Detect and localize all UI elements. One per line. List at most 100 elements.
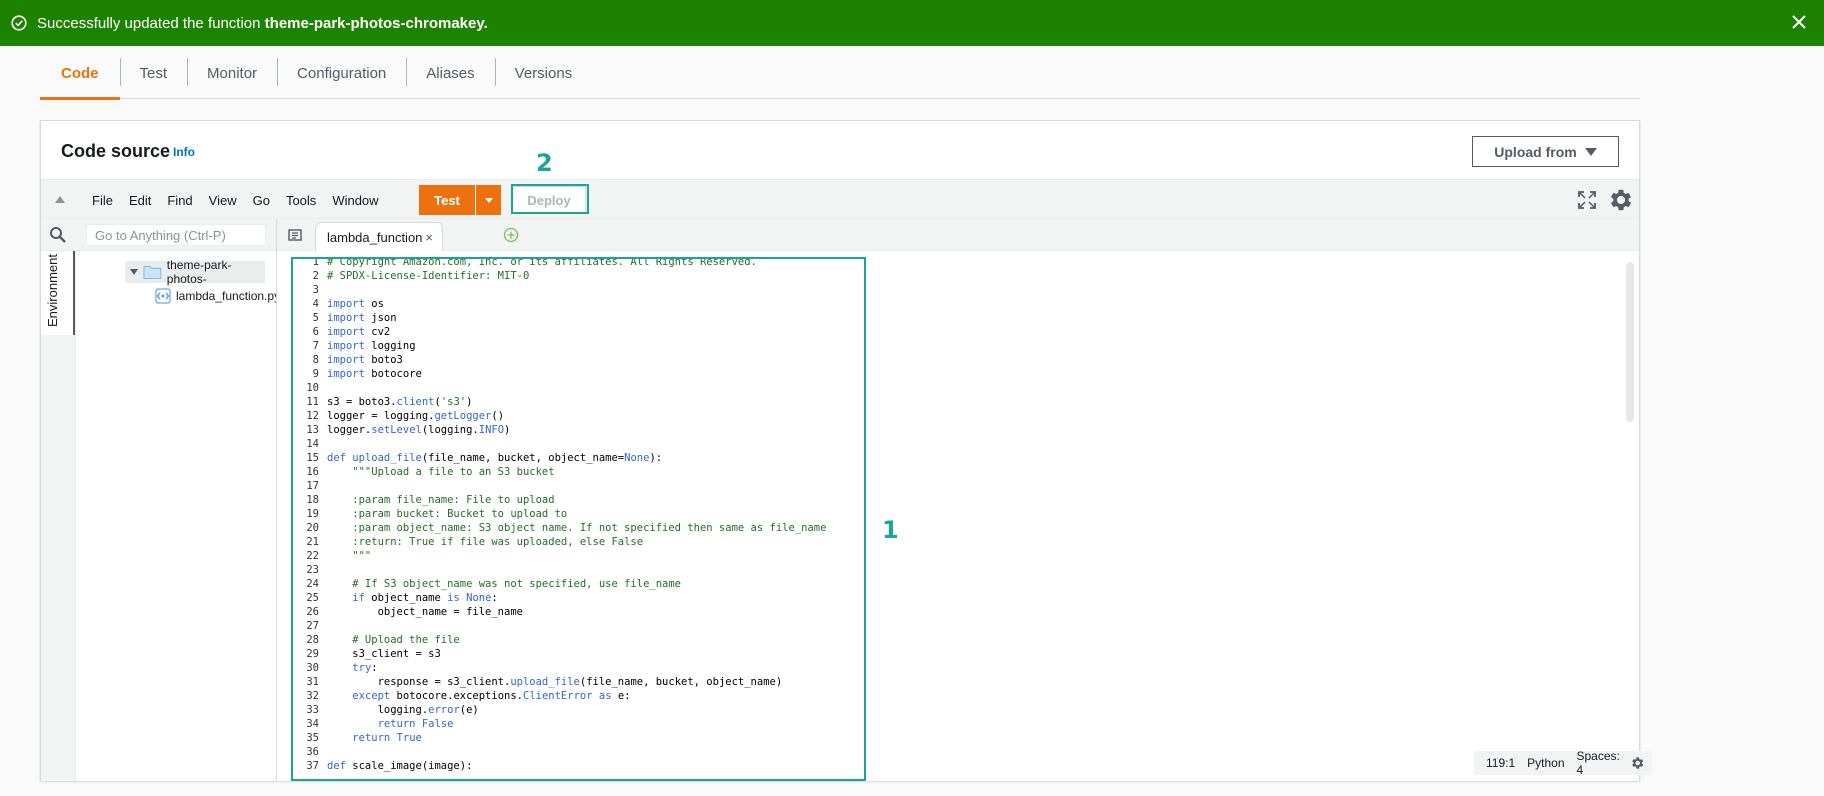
deploy-button[interactable]: Deploy xyxy=(512,186,586,214)
upload-from-button[interactable]: Upload from xyxy=(1472,136,1619,167)
menu-view[interactable]: View xyxy=(201,193,245,208)
code-line[interactable] xyxy=(327,381,826,395)
line-number: 27 xyxy=(306,620,319,632)
banner-function-name: theme-park-photos-chromakey. xyxy=(264,14,488,32)
code-line[interactable]: s3_client = s3 xyxy=(327,647,826,661)
marker-code: 1 xyxy=(882,516,899,544)
line-number: 5 xyxy=(312,312,319,324)
code-line[interactable]: import logging xyxy=(327,339,826,353)
code-line[interactable] xyxy=(327,619,826,633)
editor-tabs: lambda_function × xyxy=(277,219,1639,251)
line-number: 1 xyxy=(312,256,319,268)
code-editor[interactable]: 1 2 3 4 5 6 7 8 9 10 11 12 13 14 15 16 17 18 19 20 21 22 23 24 2… xyxy=(277,251,1639,781)
editor-tab-lambda-function[interactable]: lambda_function × xyxy=(315,222,443,251)
code-line[interactable]: import cv2 xyxy=(327,325,826,339)
code-line[interactable]: return False xyxy=(327,717,826,731)
code-line[interactable]: import os xyxy=(327,297,826,311)
environment-tab[interactable]: Environment xyxy=(41,251,75,335)
code-lines[interactable]: # Copyright Amazon.com, Inc. or its affi… xyxy=(327,255,826,773)
code-line[interactable] xyxy=(327,283,826,297)
code-line[interactable]: def scale_image(image): xyxy=(327,759,826,773)
code-line[interactable]: response = s3_client.upload_file(file_na… xyxy=(327,675,826,689)
code-line[interactable]: :param bucket: Bucket to upload to xyxy=(327,507,826,521)
tab-code[interactable]: Code xyxy=(40,47,120,100)
code-line[interactable]: except botocore.exceptions.ClientError a… xyxy=(327,689,826,703)
menu-find[interactable]: Find xyxy=(159,193,200,208)
tab-versions[interactable]: Versions xyxy=(494,47,593,99)
code-line[interactable]: :param file_name: File to upload xyxy=(327,493,826,507)
tab-aliases[interactable]: Aliases xyxy=(406,47,494,99)
menu-file[interactable]: File xyxy=(84,193,121,208)
line-number: 7 xyxy=(312,340,319,352)
info-link[interactable]: Info xyxy=(173,145,195,159)
language-mode[interactable]: Python xyxy=(1521,756,1570,770)
menu-go[interactable]: Go xyxy=(245,193,278,208)
code-line[interactable]: logger = logging.getLogger() xyxy=(327,409,826,423)
code-line[interactable]: logger.setLevel(logging.INFO) xyxy=(327,423,826,437)
status-bar: 119:1 Python Spaces: 4 xyxy=(1474,749,1652,777)
code-line[interactable] xyxy=(327,745,826,759)
code-line[interactable]: :return: True if file was uploaded, else… xyxy=(327,535,826,549)
menu-window[interactable]: Window xyxy=(324,193,386,208)
indent-setting[interactable]: Spaces: 4 xyxy=(1571,749,1629,777)
folder-label: theme-park-photos- xyxy=(166,258,232,286)
gear-icon[interactable] xyxy=(1607,186,1635,214)
line-number: 4 xyxy=(312,298,319,310)
code-line[interactable]: import json xyxy=(327,311,826,325)
line-number: 31 xyxy=(306,676,319,688)
close-icon[interactable] xyxy=(1788,11,1810,33)
code-line[interactable]: object_name = file_name xyxy=(327,605,826,619)
code-line[interactable]: # Copyright Amazon.com, Inc. or its affi… xyxy=(327,255,826,269)
gear-icon[interactable] xyxy=(1630,754,1645,772)
line-number: 24 xyxy=(306,578,319,590)
code-line[interactable]: logging.error(e) xyxy=(327,703,826,717)
line-number: 8 xyxy=(312,354,319,366)
line-number: 35 xyxy=(306,732,319,744)
code-line[interactable]: return True xyxy=(327,731,826,745)
code-line[interactable]: # SPDX-License-Identifier: MIT-0 xyxy=(327,269,826,283)
python-file-icon xyxy=(155,288,171,304)
collapse-icon[interactable] xyxy=(55,196,65,203)
code-line[interactable]: s3 = boto3.client('s3') xyxy=(327,395,826,409)
test-dropdown[interactable] xyxy=(476,185,501,215)
line-number: 10 xyxy=(306,382,319,394)
cursor-position[interactable]: 119:1 xyxy=(1480,756,1521,770)
function-tabs: Code Test Monitor Configuration Aliases … xyxy=(40,47,1640,100)
line-number: 29 xyxy=(306,648,319,660)
code-line[interactable]: # Upload the file xyxy=(327,633,826,647)
tree-file[interactable]: lambda_function.py xyxy=(155,286,280,306)
code-line[interactable]: :param object_name: S3 object name. If n… xyxy=(327,521,826,535)
code-line[interactable]: if object_name is None: xyxy=(327,591,826,605)
editor-scrollbar[interactable] xyxy=(1626,262,1634,422)
tab-close-icon[interactable]: × xyxy=(425,230,433,245)
code-line[interactable]: import boto3 xyxy=(327,353,826,367)
menu-tools[interactable]: Tools xyxy=(278,193,324,208)
menu-edit[interactable]: Edit xyxy=(121,193,159,208)
line-number: 6 xyxy=(312,326,319,338)
goto-anything-input[interactable] xyxy=(86,224,266,246)
tree-folder[interactable]: theme-park-photos- xyxy=(125,258,265,286)
code-line[interactable] xyxy=(327,563,826,577)
tab-monitor[interactable]: Monitor xyxy=(187,47,277,99)
code-line[interactable]: def upload_file(file_name, bucket, objec… xyxy=(327,451,826,465)
file-label: lambda_function.py xyxy=(176,289,281,303)
tab-list-icon[interactable] xyxy=(288,228,302,242)
code-line[interactable]: """Upload a file to an S3 bucket xyxy=(327,465,826,479)
fullscreen-icon[interactable] xyxy=(1577,190,1597,210)
line-number: 16 xyxy=(306,466,319,478)
expand-icon[interactable] xyxy=(130,269,138,275)
banner-message: Successfully updated the function theme-… xyxy=(37,14,488,32)
code-line[interactable]: """ xyxy=(327,549,826,563)
line-number: 13 xyxy=(306,424,319,436)
code-line[interactable]: try: xyxy=(327,661,826,675)
ide-toolbar: File Edit Find View Go Tools Window Test… xyxy=(41,179,1639,219)
code-line[interactable] xyxy=(327,479,826,493)
tab-test[interactable]: Test xyxy=(119,47,188,99)
code-line[interactable]: import botocore xyxy=(327,367,826,381)
caret-down-icon xyxy=(1584,147,1597,156)
test-button[interactable]: Test xyxy=(419,185,501,215)
add-tab-icon[interactable] xyxy=(503,227,519,243)
code-line[interactable] xyxy=(327,437,826,451)
tab-configuration[interactable]: Configuration xyxy=(277,47,406,99)
code-line[interactable]: # If S3 object_name was not specified, u… xyxy=(327,577,826,591)
